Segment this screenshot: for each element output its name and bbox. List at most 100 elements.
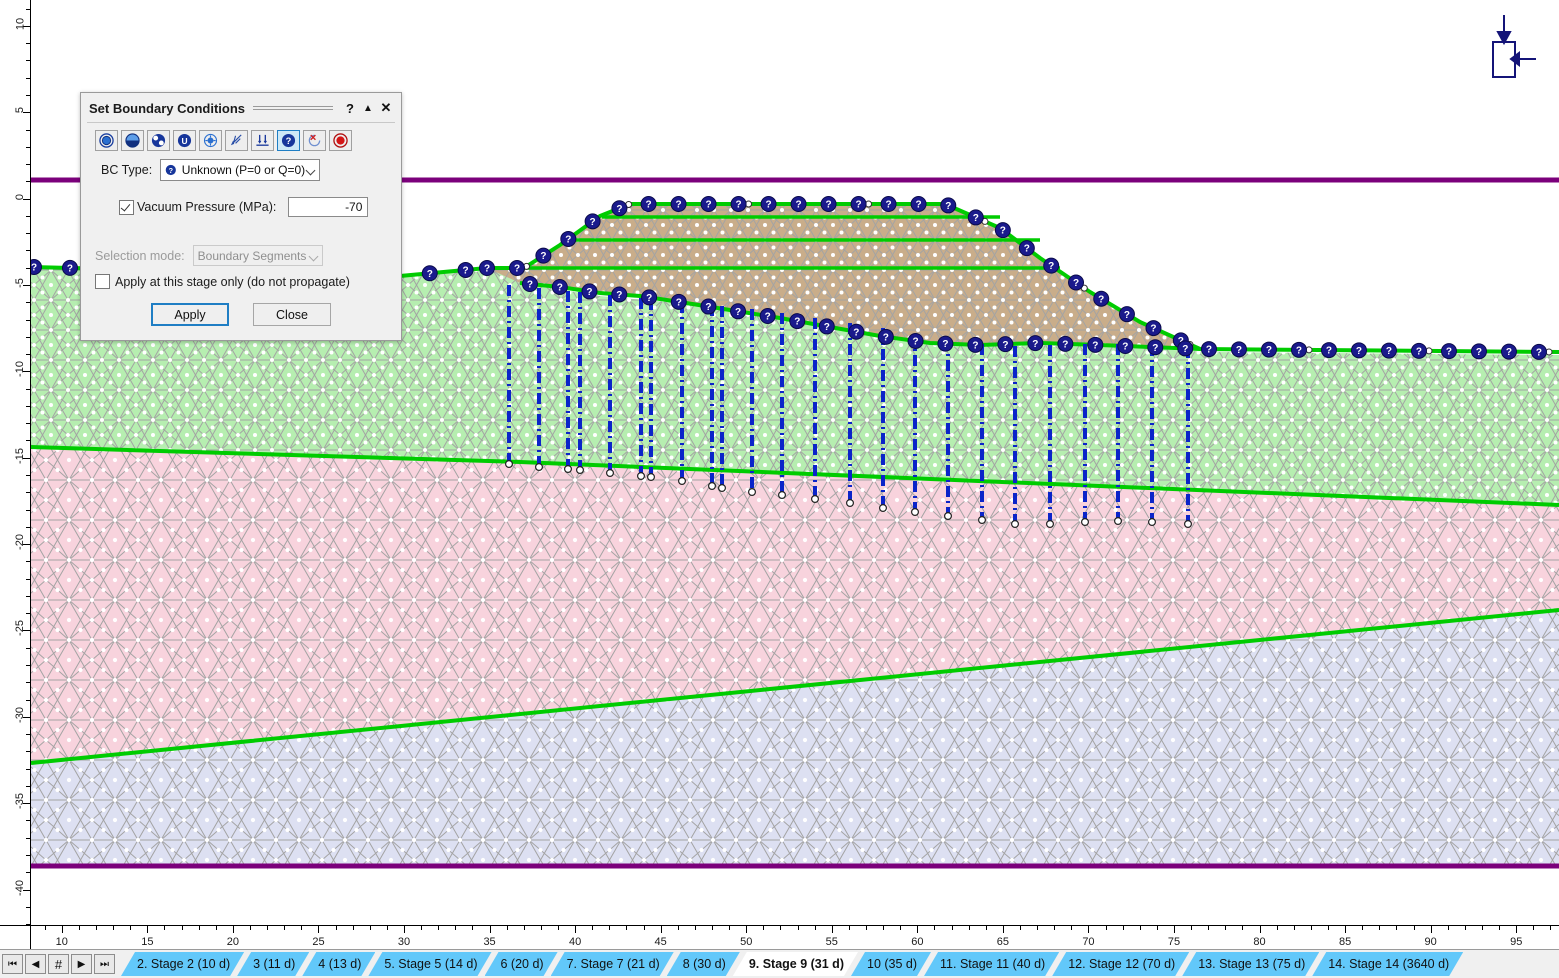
bc-zero-pressure-icon[interactable] bbox=[147, 130, 170, 151]
svg-text:?: ? bbox=[945, 201, 951, 212]
stage-tab-label: 2. Stage 2 (10 d) bbox=[137, 957, 230, 971]
dialog-title-bar[interactable]: Set Boundary Conditions ? ▲ ✕ bbox=[81, 93, 401, 121]
bc-marker-unknown: ? bbox=[641, 197, 656, 212]
last-stage-button[interactable]: ⏭ bbox=[94, 954, 115, 974]
ruler-tick-label: -40 bbox=[14, 880, 26, 896]
vacuum-pressure-checkbox[interactable] bbox=[119, 200, 134, 215]
horizontal-ruler: 101520253035404550556065707580859095 bbox=[0, 925, 1559, 950]
bc-type-toolbar[interactable]: U ? bbox=[81, 123, 401, 157]
stage-tab[interactable]: 7. Stage 7 (21 d) bbox=[551, 952, 674, 976]
svg-text:?: ? bbox=[527, 280, 533, 291]
ruler-tick bbox=[438, 926, 439, 930]
help-button[interactable]: ? bbox=[341, 99, 359, 117]
svg-text:?: ? bbox=[972, 340, 978, 351]
bc-marker-unknown: ? bbox=[1471, 344, 1486, 359]
dialog-drag-grip[interactable] bbox=[253, 105, 333, 112]
drain-tip-node bbox=[1012, 521, 1019, 528]
ruler-tick bbox=[1379, 926, 1380, 930]
apply-button[interactable]: Apply bbox=[151, 303, 229, 326]
stage-tab[interactable]: 12. Stage 12 (70 d) bbox=[1052, 952, 1189, 976]
bc-marker-unknown: ? bbox=[510, 261, 525, 276]
ruler-tick-label: 10 bbox=[56, 936, 68, 948]
svg-text:?: ? bbox=[586, 287, 592, 298]
close-button[interactable]: Close bbox=[253, 303, 331, 326]
bc-total-head-icon[interactable] bbox=[95, 130, 118, 151]
stage-tab[interactable]: 3 (11 d) bbox=[237, 952, 309, 976]
ruler-tick-label: 55 bbox=[826, 936, 838, 948]
bc-unknown-icon[interactable]: ? bbox=[277, 130, 300, 151]
ruler-tick bbox=[626, 926, 627, 930]
stage-tab[interactable]: 8 (30 d) bbox=[667, 952, 740, 976]
stage-tab-selected[interactable]: 9. Stage 9 (31 d) bbox=[733, 952, 858, 976]
bc-type-select[interactable]: ? Unknown (P=0 or Q=0) bbox=[160, 159, 320, 181]
ruler-tick bbox=[1037, 926, 1038, 930]
bc-velocity-icon[interactable]: U bbox=[173, 130, 196, 151]
set-boundary-conditions-dialog[interactable]: Set Boundary Conditions ? ▲ ✕ U bbox=[80, 92, 402, 341]
stage-tab[interactable]: 14. Stage 14 (3640 d) bbox=[1312, 952, 1463, 976]
bc-seepage-face-icon[interactable] bbox=[251, 130, 274, 151]
svg-text:?: ? bbox=[1062, 339, 1068, 350]
svg-text:?: ? bbox=[1024, 244, 1030, 255]
stage-tab-label: 7. Stage 7 (21 d) bbox=[567, 957, 660, 971]
stage-tab[interactable]: 6 (20 d) bbox=[485, 952, 558, 976]
ruler-tick bbox=[1088, 926, 1089, 933]
bc-marker-unknown: ? bbox=[1094, 291, 1109, 306]
bc-remove-icon[interactable] bbox=[303, 130, 326, 151]
stage-number-button[interactable]: # bbox=[48, 954, 69, 974]
drain-tip-node bbox=[506, 461, 513, 468]
apply-stage-only-checkbox[interactable] bbox=[95, 274, 110, 289]
stage-tab[interactable]: 4 (13 d) bbox=[302, 952, 375, 976]
ruler-tick bbox=[387, 926, 388, 930]
bc-infiltration-icon[interactable] bbox=[225, 130, 248, 151]
coordinate-axes-indicator bbox=[1471, 12, 1541, 82]
ruler-tick bbox=[130, 926, 131, 930]
stage-tab[interactable]: 13. Stage 13 (75 d) bbox=[1182, 952, 1319, 976]
svg-text:?: ? bbox=[1536, 347, 1542, 358]
stage-tab[interactable]: 10 (35 d) bbox=[851, 952, 931, 976]
drain-tip-node bbox=[565, 466, 572, 473]
bc-pressure-head-icon[interactable] bbox=[121, 130, 144, 151]
stage-navigation-buttons[interactable]: ⏮◀#▶⏭ bbox=[0, 954, 117, 974]
ruler-tick bbox=[26, 596, 30, 597]
ruler-tick bbox=[45, 926, 46, 930]
ruler-tick bbox=[934, 926, 935, 930]
ruler-tick bbox=[26, 665, 30, 666]
ruler-tick-label: 15 bbox=[141, 936, 153, 948]
previous-stage-button[interactable]: ◀ bbox=[25, 954, 46, 974]
ruler-tick bbox=[1362, 926, 1363, 930]
bc-marker-unknown: ? bbox=[849, 324, 864, 339]
bc-point-source-icon[interactable] bbox=[199, 130, 222, 151]
ruler-tick bbox=[507, 926, 508, 930]
stage-tab[interactable]: 11. Stage 11 (40 d) bbox=[924, 952, 1059, 976]
bc-marker-unknown: ? bbox=[480, 261, 495, 276]
ruler-tick bbox=[26, 907, 30, 908]
ruler-tick bbox=[26, 181, 30, 182]
first-stage-button[interactable]: ⏮ bbox=[2, 954, 23, 974]
ruler-tick bbox=[26, 492, 30, 493]
stage-tab-bar[interactable]: ⏮◀#▶⏭ 2. Stage 2 (10 d) 3 (11 d)4 (13 d)5… bbox=[0, 949, 1559, 978]
stage-tab[interactable]: 2. Stage 2 (10 d) bbox=[121, 952, 244, 976]
svg-text:?: ? bbox=[540, 251, 546, 262]
ruler-tick bbox=[1465, 926, 1466, 930]
vacuum-pressure-label: Vacuum Pressure (MPa): bbox=[137, 200, 276, 214]
next-stage-button[interactable]: ▶ bbox=[71, 954, 92, 974]
ruler-tick bbox=[233, 926, 234, 933]
stage-tabs[interactable]: 2. Stage 2 (10 d) 3 (11 d)4 (13 d)5. Stag… bbox=[121, 952, 1476, 976]
bc-marker-unknown: ? bbox=[790, 314, 805, 329]
stage-tab[interactable]: 5. Stage 5 (14 d) bbox=[368, 952, 491, 976]
ruler-tick bbox=[26, 9, 30, 10]
svg-text:?: ? bbox=[1416, 346, 1422, 357]
ruler-tick bbox=[1311, 926, 1312, 930]
vacuum-pressure-input[interactable] bbox=[288, 197, 368, 217]
drain-tip-node bbox=[1185, 521, 1192, 528]
bc-marker-unknown: ? bbox=[1119, 307, 1134, 322]
ruler-tick bbox=[1533, 926, 1534, 930]
svg-text:?: ? bbox=[1266, 345, 1272, 356]
ruler-tick-label: 70 bbox=[1082, 936, 1094, 948]
close-icon[interactable]: ✕ bbox=[377, 99, 395, 117]
bc-delete-icon[interactable] bbox=[329, 130, 352, 151]
collapse-button[interactable]: ▲ bbox=[359, 99, 377, 117]
svg-text:?: ? bbox=[883, 332, 889, 343]
ruler-tick bbox=[26, 268, 30, 269]
ruler-tick bbox=[216, 926, 217, 930]
